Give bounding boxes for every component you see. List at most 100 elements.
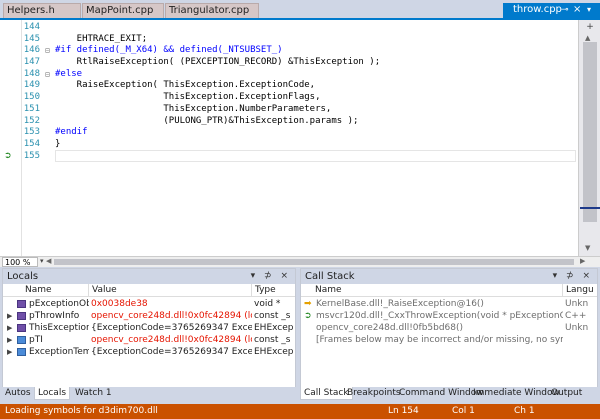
table-row[interactable]: ▶ ThisException {ExceptionCode=376526934… bbox=[3, 322, 295, 334]
frame-name: [Frames below may be incorrect and/or mi… bbox=[316, 335, 563, 345]
code-line: 146 ⊟ #if defined(_M_X64) && defined(_NTSU… bbox=[22, 45, 578, 57]
local-value[interactable]: opencv_core248d.dll!0x0fc42894 (load sym… bbox=[89, 334, 252, 346]
status-bar: Loading symbols for d3dim700.dll Ln 154 … bbox=[0, 404, 600, 419]
frame-language bbox=[563, 334, 597, 346]
editor-bottom-bar: 100 % ▾ ◀ ▶ bbox=[0, 256, 600, 267]
tab-watch-1[interactable]: Watch 1 bbox=[72, 387, 115, 400]
zoom-level-dropdown[interactable]: 100 % bbox=[2, 257, 38, 267]
code-line: 145 EHTRACE_EXIT; bbox=[22, 34, 578, 46]
table-row[interactable]: [Frames below may be incorrect and/or mi… bbox=[301, 334, 597, 346]
line-text: (PULONG_PTR)&ThisException.params ); bbox=[55, 115, 359, 126]
code-line: 149 RaiseException( ThisException.Except… bbox=[22, 80, 578, 92]
line-text: #else bbox=[55, 68, 83, 79]
local-name: pExceptionObj bbox=[29, 299, 89, 309]
panel-title: Locals bbox=[7, 271, 39, 282]
status-column: Col 1 bbox=[452, 406, 475, 416]
expand-arrow-icon[interactable]: ▶ bbox=[7, 334, 12, 346]
line-number: 155 bbox=[23, 150, 40, 161]
column-header-value[interactable]: Value bbox=[89, 284, 252, 297]
column-header-type[interactable]: Type bbox=[252, 284, 295, 297]
table-row[interactable]: pExceptionObj 0x0038de38 void * bbox=[3, 298, 295, 310]
tab-locals[interactable]: Locals bbox=[34, 387, 71, 400]
tab-throw-cpp[interactable]: throw.cpp ⊸ × ▾ bbox=[503, 3, 600, 18]
chevron-down-icon[interactable]: ▾ bbox=[587, 3, 597, 17]
table-row[interactable]: ▶ pThrowInfo opencv_core248d.dll!0x0fc42… bbox=[3, 310, 295, 322]
tab-helpers-h[interactable]: Helpers.h bbox=[3, 3, 81, 18]
code-line: 144 bbox=[22, 22, 578, 34]
editor-indicator-margin[interactable] bbox=[0, 20, 22, 256]
line-number: 147 bbox=[23, 57, 40, 68]
local-value[interactable]: {ExceptionCode=3765269347 ExceptionFlags bbox=[89, 346, 252, 358]
tab-label: throw.cpp bbox=[513, 4, 562, 15]
panel-title-bar: Call Stack ▾ ⊅ × bbox=[301, 269, 597, 284]
line-text: RtlRaiseException( (PEXCEPTION_RECORD) &… bbox=[55, 57, 381, 68]
local-type: EHExcep bbox=[254, 347, 294, 357]
expand-arrow-icon[interactable]: ▶ bbox=[7, 346, 12, 358]
code-editor[interactable]: ➲ 144 145 EHTRACE_EXIT; 146 ⊟ #if defined(… bbox=[0, 18, 600, 267]
tab-autos[interactable]: Autos bbox=[2, 387, 34, 400]
tab-mappoint-cpp[interactable]: MapPoint.cpp bbox=[82, 3, 164, 18]
fold-icon[interactable]: ⊟ bbox=[45, 45, 54, 57]
line-number: 144 bbox=[23, 22, 40, 32]
panel-title-bar: Locals ▾ ⊅ × bbox=[3, 269, 295, 284]
variable-icon bbox=[17, 312, 26, 320]
tab-triangulator-cpp[interactable]: Triangulator.cpp bbox=[165, 3, 259, 18]
local-name: pThrowInfo bbox=[29, 311, 80, 321]
status-char: Ch 1 bbox=[514, 406, 535, 416]
column-header-name[interactable]: Name bbox=[301, 284, 563, 297]
chevron-down-icon[interactable]: ▾ bbox=[40, 257, 44, 265]
code-line: 154} bbox=[22, 139, 578, 151]
local-name: pTI bbox=[29, 335, 43, 345]
horizontal-scroll-thumb[interactable] bbox=[54, 259, 574, 265]
frame-name: KernelBase.dll!_RaiseException@16() bbox=[316, 299, 484, 309]
expand-arrow-icon[interactable]: ▶ bbox=[7, 310, 12, 322]
local-type: const _s bbox=[254, 335, 291, 345]
line-text: ThisException.ExceptionFlags, bbox=[55, 92, 321, 103]
scroll-thumb[interactable] bbox=[583, 42, 597, 222]
tab-breakpoints[interactable]: Breakpoints bbox=[344, 387, 404, 400]
line-number: 153 bbox=[23, 127, 40, 138]
locals-tab-bar: Autos Locals Watch 1 bbox=[2, 387, 296, 400]
line-number: 151 bbox=[23, 103, 40, 114]
scroll-right-icon[interactable]: ▶ bbox=[580, 257, 585, 265]
scroll-up-icon[interactable]: ▲ bbox=[585, 34, 590, 42]
line-number: 154 bbox=[23, 138, 40, 149]
tab-output[interactable]: Output bbox=[548, 387, 585, 400]
status-message: Loading symbols for d3dim700.dll bbox=[5, 406, 158, 416]
close-icon[interactable]: × bbox=[573, 3, 583, 17]
expand-arrow-icon[interactable]: ▶ bbox=[7, 322, 12, 334]
grid-header: Name Langu bbox=[301, 284, 597, 297]
code-line: 147 RtlRaiseException( (PEXCEPTION_RECOR… bbox=[22, 57, 578, 69]
scroll-left-icon[interactable]: ◀ bbox=[46, 257, 51, 265]
editor-vertical-scrollbar[interactable]: + ▲ ▼ bbox=[578, 20, 600, 256]
split-window-icon[interactable]: + bbox=[584, 22, 596, 32]
current-line-highlight bbox=[55, 150, 576, 162]
local-value[interactable]: 0x0038de38 bbox=[89, 298, 252, 310]
table-row[interactable]: ➡ KernelBase.dll!_RaiseException@16() Un… bbox=[301, 298, 597, 310]
table-row[interactable]: ▶ pTI opencv_core248d.dll!0x0fc42894 (lo… bbox=[3, 334, 295, 346]
code-line: 148 ⊟ #else bbox=[22, 69, 578, 81]
ide-window: Helpers.h MapPoint.cpp Triangulator.cpp … bbox=[0, 0, 600, 419]
local-value[interactable]: opencv_core248d.dll!0x0fc42894 (load sym… bbox=[89, 310, 252, 322]
panel-window-controls[interactable]: ▾ ⊅ × bbox=[251, 269, 291, 284]
frame-name: opencv_core248d.dll!0fb5bd68() bbox=[316, 323, 464, 333]
pin-icon[interactable]: ⊸ bbox=[561, 3, 571, 17]
scroll-down-icon[interactable]: ▼ bbox=[585, 244, 590, 252]
table-row[interactable]: opencv_core248d.dll!0fb5bd68() Unkn bbox=[301, 322, 597, 334]
table-row[interactable]: ▶ ExceptionTemp {ExceptionCode=376526934… bbox=[3, 346, 295, 358]
local-name: ThisException bbox=[29, 323, 89, 333]
column-header-language[interactable]: Langu bbox=[563, 284, 597, 297]
column-header-name[interactable]: Name bbox=[3, 284, 89, 297]
line-text: } bbox=[55, 138, 61, 149]
code-area[interactable]: 144 145 EHTRACE_EXIT; 146 ⊟ #if defined(_M… bbox=[22, 22, 578, 256]
local-value[interactable]: {ExceptionCode=3765269347 ExceptionFlags bbox=[89, 322, 252, 334]
locals-panel: Locals ▾ ⊅ × Name Value Type pExceptionO… bbox=[2, 268, 296, 400]
panel-title: Call Stack bbox=[305, 271, 355, 282]
line-number: 149 bbox=[23, 80, 40, 91]
variable-icon bbox=[17, 300, 26, 308]
call-stack-panel: Call Stack ▾ ⊅ × Name Langu ➡ KernelBase… bbox=[300, 268, 598, 400]
table-row[interactable]: ➲ msvcr120d.dll!_CxxThrowException(void … bbox=[301, 310, 597, 322]
variable-icon bbox=[17, 348, 26, 356]
fold-icon[interactable]: ⊟ bbox=[45, 69, 54, 81]
panel-window-controls[interactable]: ▾ ⊅ × bbox=[553, 269, 593, 284]
